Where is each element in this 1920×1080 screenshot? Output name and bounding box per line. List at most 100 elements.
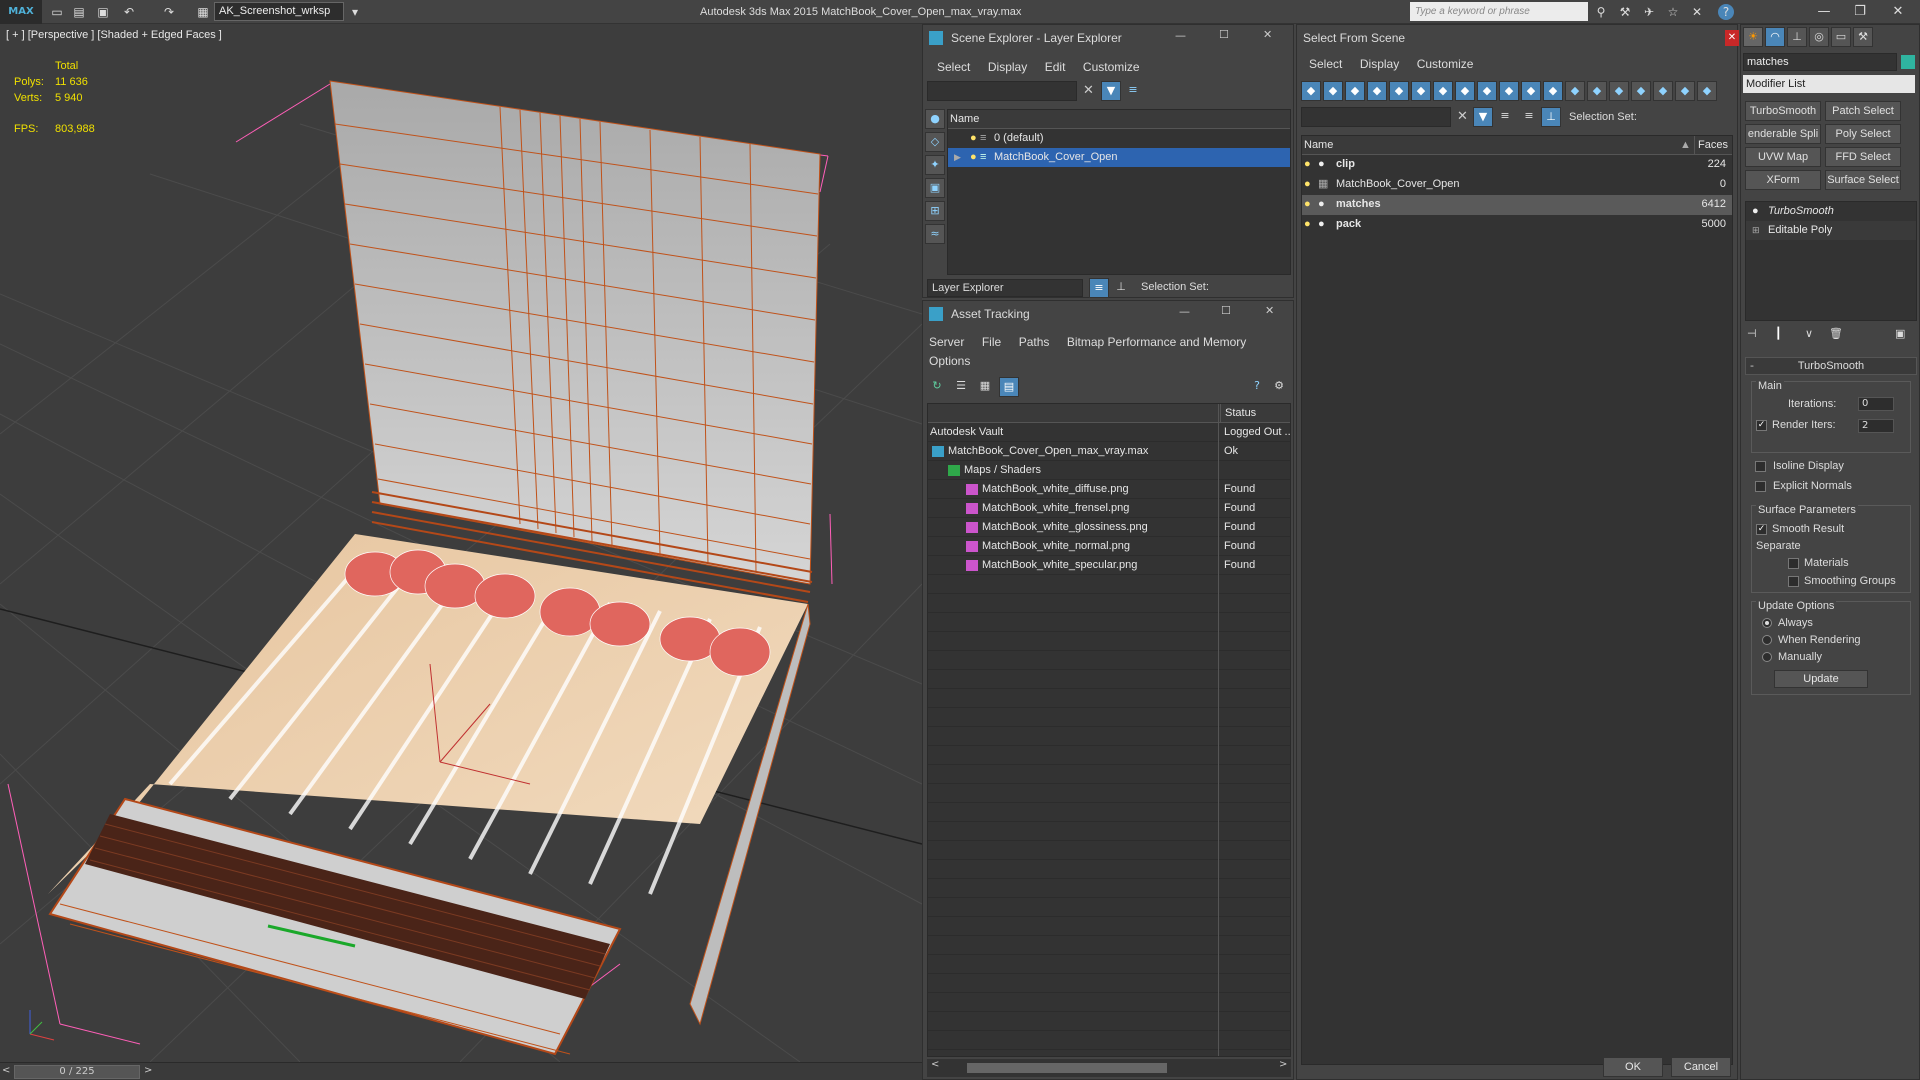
layers-mode-icon[interactable]: ≡: [1519, 107, 1539, 127]
modifier-list-dropdown[interactable]: Modifier List: [1743, 75, 1915, 93]
render-iters-checkbox[interactable]: ✓: [1756, 420, 1767, 431]
iterations-spinner[interactable]: 0: [1858, 397, 1894, 411]
subscription-icon[interactable]: ⚒: [1616, 3, 1634, 21]
close-icon[interactable]: ✕: [1265, 304, 1274, 317]
project-folder-icon[interactable]: ▦: [194, 3, 212, 21]
filter-filter-icon[interactable]: ◆: [1653, 81, 1673, 101]
create-tab-icon[interactable]: ☀: [1743, 27, 1763, 47]
materials-checkbox[interactable]: [1788, 558, 1799, 569]
show-end-result-icon[interactable]: ┃: [1775, 327, 1782, 340]
object-row[interactable]: ● ▦ MatchBook_Cover_Open 0: [1302, 175, 1732, 195]
stack-item-turbosmooth[interactable]: ● TurboSmooth: [1746, 202, 1916, 221]
object-color-swatch[interactable]: [1901, 55, 1915, 69]
helper-filter-icon[interactable]: ⊞: [925, 201, 945, 221]
manually-radio[interactable]: [1762, 652, 1772, 662]
layer-add-icon[interactable]: ≡: [1123, 81, 1143, 101]
shape-filter-icon[interactable]: ◆: [1323, 81, 1343, 101]
status-column-header[interactable]: Status: [1220, 404, 1290, 423]
display-tab-icon[interactable]: ▭: [1831, 27, 1851, 47]
explicit-normals-checkbox[interactable]: [1755, 481, 1766, 492]
maximize-icon[interactable]: ☐: [1219, 28, 1229, 41]
menu-options[interactable]: Options: [929, 354, 970, 368]
undo-icon[interactable]: ↶: [120, 3, 138, 21]
filter-icon[interactable]: ▼: [1473, 107, 1493, 127]
stack-item-editable-poly[interactable]: ⊞ Editable Poly: [1746, 221, 1916, 240]
display-all-filter-icon[interactable]: ◆: [1587, 81, 1607, 101]
maximize-icon[interactable]: ☐: [1221, 304, 1231, 317]
modifier-button[interactable]: Poly Select: [1825, 124, 1901, 144]
bone-filter-icon[interactable]: ◆: [1477, 81, 1497, 101]
filter-icon[interactable]: ▼: [1101, 81, 1121, 101]
lightbulb-icon[interactable]: ●: [970, 129, 977, 148]
scroll-right-icon[interactable]: >: [1279, 1059, 1287, 1070]
lightbulb-icon[interactable]: ●: [1304, 175, 1311, 194]
smooth-result-checkbox[interactable]: ✓: [1756, 524, 1767, 535]
communication-center-icon[interactable]: ✈: [1640, 3, 1658, 21]
asset-row[interactable]: Maps / Shaders: [928, 461, 1290, 480]
object-row[interactable]: ● ● clip 224: [1302, 155, 1732, 175]
close-icon[interactable]: ✕: [1263, 28, 1272, 41]
clear-search-icon[interactable]: ✕: [1457, 109, 1468, 124]
hierarchy-mode-icon[interactable]: ⊥: [1111, 278, 1131, 298]
make-unique-icon[interactable]: ∨: [1805, 327, 1813, 340]
object-row[interactable]: ● ● matches 6412: [1302, 195, 1732, 215]
shape-filter-icon[interactable]: ◇: [925, 132, 945, 152]
container-filter-icon[interactable]: ◆: [1521, 81, 1541, 101]
asset-row[interactable]: MatchBook_white_specular.png Found: [928, 556, 1290, 575]
geometry-filter-icon[interactable]: ◆: [1301, 81, 1321, 101]
name-column-header[interactable]: Name: [1304, 136, 1333, 155]
modifier-button[interactable]: UVW Map: [1745, 147, 1821, 167]
collapse-icon[interactable]: -: [1750, 358, 1754, 374]
camera-filter-icon[interactable]: ▣: [925, 178, 945, 198]
menu-bitmap-performance[interactable]: Bitmap Performance and Memory: [1067, 335, 1246, 349]
layer-add-icon[interactable]: ≡: [1495, 107, 1515, 127]
lightbulb-icon[interactable]: ●: [1304, 155, 1311, 174]
binoculars-icon[interactable]: ⚲: [1592, 3, 1610, 21]
light-filter-icon[interactable]: ◆: [1345, 81, 1365, 101]
object-row[interactable]: ● ● pack 5000: [1302, 215, 1732, 235]
hierarchy-tab-icon[interactable]: ⊥: [1787, 27, 1807, 47]
app-logo[interactable]: MAX: [0, 0, 42, 24]
modify-tab-icon[interactable]: ◠: [1765, 27, 1785, 47]
when-rendering-radio[interactable]: [1762, 635, 1772, 645]
scrollbar-thumb[interactable]: [967, 1063, 1167, 1073]
modifier-button[interactable]: XForm: [1745, 170, 1821, 190]
exchange-icon[interactable]: ✕: [1688, 3, 1706, 21]
frozen-filter-icon[interactable]: ◆: [1543, 81, 1563, 101]
object-name-field[interactable]: matches: [1743, 53, 1897, 71]
warp-filter-icon[interactable]: ≈: [925, 224, 945, 244]
menu-customize[interactable]: Customize: [1417, 57, 1474, 71]
clear-search-icon[interactable]: ✕: [1083, 83, 1094, 98]
cancel-button[interactable]: Cancel: [1671, 1057, 1731, 1077]
motion-tab-icon[interactable]: ◎: [1809, 27, 1829, 47]
menu-edit[interactable]: Edit: [1045, 60, 1066, 74]
save-file-icon[interactable]: ▣: [94, 3, 112, 21]
layer-row-matchbook[interactable]: ▶ ● ≡ MatchBook_Cover_Open: [948, 148, 1290, 167]
search-input[interactable]: Type a keyword or phrase: [1410, 2, 1588, 21]
minimize-icon[interactable]: —: [1175, 29, 1186, 42]
time-slider[interactable]: 0 / 225: [14, 1065, 140, 1079]
faces-column-header[interactable]: Faces: [1694, 136, 1728, 155]
asset-row[interactable]: MatchBook_white_frensel.png Found: [928, 499, 1290, 518]
remove-modifier-icon[interactable]: 🗑: [1829, 327, 1843, 340]
menu-paths[interactable]: Paths: [1019, 335, 1050, 349]
display-none-filter-icon[interactable]: ◆: [1609, 81, 1629, 101]
menu-select[interactable]: Select: [937, 60, 970, 74]
close-icon[interactable]: ✕: [1880, 0, 1916, 24]
lightbulb-icon[interactable]: ●: [1752, 202, 1759, 221]
asset-row[interactable]: MatchBook_Cover_Open_max_vray.max Ok: [928, 442, 1290, 461]
table-view-icon[interactable]: ▤: [999, 377, 1019, 397]
render-iters-spinner[interactable]: 2: [1858, 419, 1894, 433]
light-filter-icon[interactable]: ✦: [925, 155, 945, 175]
open-file-icon[interactable]: ▤: [70, 3, 88, 21]
next-frame-icon[interactable]: >: [144, 1065, 152, 1076]
xref-filter-icon[interactable]: ◆: [1455, 81, 1475, 101]
asset-row[interactable]: MatchBook_white_glossiness.png Found: [928, 518, 1290, 537]
perspective-viewport[interactable]: [ + ] [Perspective ] [Shaded + Edged Fac…: [0, 24, 922, 1062]
chevron-down-icon[interactable]: ▾: [346, 3, 364, 21]
horizontal-scrollbar[interactable]: < >: [927, 1059, 1291, 1077]
modifier-button[interactable]: Surface Select: [1825, 170, 1901, 190]
explorer-type-dropdown[interactable]: Layer Explorer: [927, 279, 1083, 297]
particle-filter-icon[interactable]: ◆: [1499, 81, 1519, 101]
hidden-filter-icon[interactable]: ◆: [1565, 81, 1585, 101]
